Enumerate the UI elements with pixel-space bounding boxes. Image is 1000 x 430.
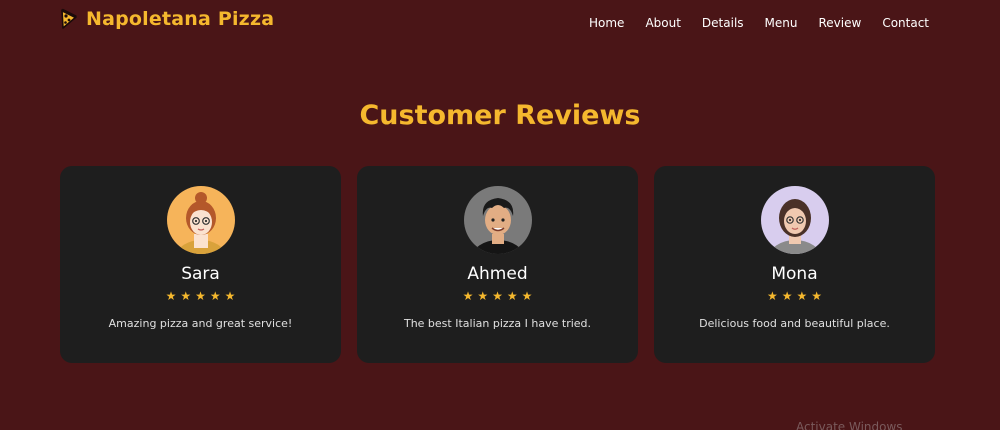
nav-item: Review (818, 12, 861, 31)
pizza-slice-icon (61, 8, 77, 29)
avatar-image (463, 186, 532, 254)
nav-link-menu[interactable]: Menu (765, 16, 798, 30)
navbar: Napoletana Pizza Home About Details Menu… (0, 0, 1000, 40)
review-text: Amazing pizza and great service! (108, 317, 293, 330)
activate-windows-watermark: Activate Windows (796, 420, 903, 430)
brand-logo-link[interactable]: Napoletana Pizza (60, 8, 274, 30)
avatar-image (166, 186, 235, 254)
star-rating: ★★★★ (766, 289, 827, 303)
nav-item: Home (589, 12, 624, 31)
sara-avatar (166, 186, 235, 254)
reviews-grid: Sara ★★★★★ Amazing pizza and great servi… (60, 166, 935, 363)
reviewer-name: Sara (181, 264, 220, 284)
review-card: Ahmed ★★★★★ The best Italian pizza I hav… (357, 166, 638, 363)
review-text: The best Italian pizza I have tried. (403, 317, 592, 330)
nav-link-review[interactable]: Review (818, 16, 861, 30)
section-title: Customer Reviews (359, 100, 641, 131)
reviewer-name: Mona (771, 264, 818, 284)
review-card: Sara ★★★★★ Amazing pizza and great servi… (60, 166, 341, 363)
ahmed-avatar (463, 186, 532, 254)
nav-link-about[interactable]: About (645, 16, 680, 30)
avatar-image (760, 186, 829, 254)
nav-link-contact[interactable]: Contact (882, 16, 929, 30)
nav-link-home[interactable]: Home (589, 16, 624, 30)
nav-item: About (645, 12, 680, 31)
nav-link-details[interactable]: Details (702, 16, 744, 30)
star-rating: ★★★★★ (462, 289, 537, 303)
nav-menu: Home About Details Menu Review Contact (589, 12, 929, 31)
nav-item: Contact (882, 12, 929, 31)
reviewer-name: Ahmed (467, 264, 528, 284)
brand-name: Napoletana Pizza (86, 8, 275, 30)
review-text: Delicious food and beautiful place. (699, 317, 890, 330)
mona-avatar (760, 186, 829, 254)
review-card: Mona ★★★★ Delicious food and beautiful p… (654, 166, 935, 363)
nav-item: Details (702, 12, 744, 31)
star-rating: ★★★★★ (165, 289, 240, 303)
nav-item: Menu (765, 12, 798, 31)
